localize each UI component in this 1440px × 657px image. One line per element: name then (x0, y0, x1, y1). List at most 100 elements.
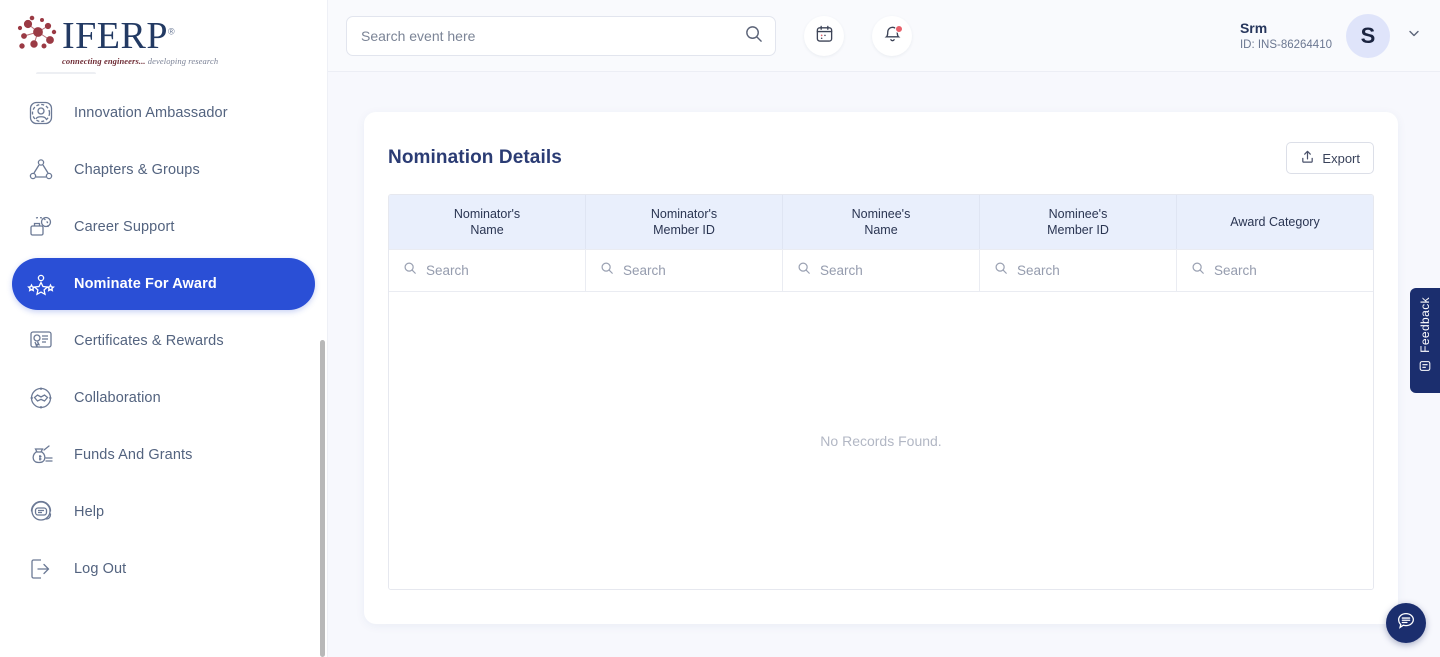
scrolled-menu-item-partial (36, 72, 96, 88)
export-upload-icon (1300, 149, 1315, 167)
header-line-1: Nominee's (1047, 206, 1109, 222)
header-line-1: Award Category (1230, 214, 1319, 230)
sidebar-item-label: Innovation Ambassador (74, 105, 228, 121)
logout-icon (26, 554, 56, 584)
collaboration-handshake-icon (26, 383, 56, 413)
sidebar-item-innovation-ambassador[interactable]: Innovation Ambassador (12, 87, 315, 139)
table-header-row: Nominator's Name Nominator's Member ID (389, 195, 1373, 249)
event-search-box[interactable] (346, 16, 776, 56)
chat-bubble-icon (1395, 610, 1417, 637)
header-line-2: Name (454, 222, 520, 238)
header-line-2: Member ID (1047, 222, 1109, 238)
sidebar-item-funds-and-grants[interactable]: Funds And Grants (12, 429, 315, 481)
user-profile[interactable]: Srm ID: INS-86264410 S (1240, 14, 1440, 58)
sidebar-item-label: Nominate For Award (74, 276, 217, 292)
feedback-tab[interactable]: Feedback (1410, 288, 1440, 393)
sidebar-item-certificates-rewards[interactable]: Certificates & Rewards (12, 315, 315, 367)
export-button-label: Export (1322, 151, 1360, 166)
sidebar-item-help[interactable]: Help (12, 486, 315, 538)
sidebar-nav: Innovation Ambassador Chapters & Groups … (0, 72, 327, 595)
chat-support-button[interactable] (1386, 603, 1426, 643)
feedback-form-icon (1418, 359, 1432, 378)
search-icon (994, 261, 1008, 280)
money-bag-icon (26, 440, 56, 470)
column-header-nominators-member-id[interactable]: Nominator's Member ID (586, 195, 783, 249)
notifications-button[interactable] (872, 16, 912, 56)
sidebar-item-label: Log Out (74, 561, 126, 577)
sidebar-item-collaboration[interactable]: Collaboration (12, 372, 315, 424)
empty-state-message: No Records Found. (820, 433, 941, 449)
filter-cell-nominees-member-id[interactable] (980, 249, 1177, 291)
table-body: No Records Found. (389, 291, 1373, 589)
page-content: Nomination Details Export (328, 72, 1440, 624)
filter-cell-award-category[interactable] (1177, 249, 1373, 291)
sidebar-item-career-support[interactable]: Career Support (12, 201, 315, 253)
award-stars-icon (26, 269, 56, 299)
profile-id: ID: INS-86264410 (1240, 37, 1332, 53)
app-root: IFERP® connecting engineers... developin… (0, 0, 1440, 657)
column-header-nominators-name[interactable]: Nominator's Name (389, 195, 586, 249)
sidebar: IFERP® connecting engineers... developin… (0, 0, 328, 657)
avatar[interactable]: S (1346, 14, 1390, 58)
sidebar-item-log-out[interactable]: Log Out (12, 543, 315, 595)
certificate-icon (26, 326, 56, 356)
table-filter-row (389, 249, 1373, 291)
notification-badge (895, 25, 903, 33)
brand-tagline: connecting engineers... developing resea… (62, 56, 218, 66)
tagline-part-2: developing research (148, 56, 218, 66)
main-area: Srm ID: INS-86264410 S Nomination Detail… (328, 0, 1440, 657)
headset-support-icon (26, 497, 56, 527)
sidebar-scrollbar[interactable] (320, 340, 325, 657)
sidebar-item-label: Certificates & Rewards (74, 333, 224, 349)
nomination-details-card: Nomination Details Export (364, 112, 1398, 624)
search-input[interactable] (361, 28, 744, 44)
profile-name: Srm (1240, 19, 1332, 37)
card-header: Nomination Details Export (388, 136, 1374, 180)
filter-input-award-category[interactable] (1214, 263, 1373, 278)
sidebar-item-label: Funds And Grants (74, 447, 192, 463)
filter-input-nominees-member-id[interactable] (1017, 263, 1176, 278)
chapters-groups-icon (26, 155, 56, 185)
page-title: Nomination Details (388, 147, 562, 169)
header-line-2: Member ID (651, 222, 717, 238)
sidebar-item-label: Collaboration (74, 390, 161, 406)
header-line-2: Name (852, 222, 911, 238)
header-line-1: Nominee's (852, 206, 911, 222)
sidebar-item-chapters-groups[interactable]: Chapters & Groups (12, 144, 315, 196)
header-line-1: Nominator's (651, 206, 717, 222)
registered-mark: ® (168, 26, 175, 36)
brand-name: IFERP (62, 15, 168, 57)
avatar-initial: S (1361, 23, 1376, 49)
sidebar-item-label: Career Support (74, 219, 175, 235)
sidebar-item-label: Help (74, 504, 104, 520)
export-button[interactable]: Export (1286, 142, 1374, 174)
filter-cell-nominators-name[interactable] (389, 249, 586, 291)
calendar-icon (815, 24, 834, 48)
innovation-ambassador-icon (26, 98, 56, 128)
filter-input-nominees-name[interactable] (820, 263, 979, 278)
column-header-award-category[interactable]: Award Category (1177, 195, 1373, 249)
career-support-icon (26, 212, 56, 242)
filter-cell-nominators-member-id[interactable] (586, 249, 783, 291)
nominations-table: Nominator's Name Nominator's Member ID (388, 194, 1374, 590)
chevron-down-icon[interactable] (1406, 25, 1422, 46)
filter-input-nominators-member-id[interactable] (623, 263, 782, 278)
molecule-network-icon (14, 12, 60, 58)
tagline-part-1: connecting engineers... (62, 56, 146, 66)
topbar: Srm ID: INS-86264410 S (328, 0, 1440, 72)
sidebar-item-label: Chapters & Groups (74, 162, 200, 178)
filter-input-nominators-name[interactable] (426, 263, 585, 278)
search-icon[interactable] (744, 24, 763, 48)
search-icon (403, 261, 417, 280)
column-header-nominees-name[interactable]: Nominee's Name (783, 195, 980, 249)
feedback-tab-label: Feedback (1418, 297, 1432, 353)
calendar-button[interactable] (804, 16, 844, 56)
filter-cell-nominees-name[interactable] (783, 249, 980, 291)
header-line-1: Nominator's (454, 206, 520, 222)
sidebar-item-nominate-for-award[interactable]: Nominate For Award (12, 258, 315, 310)
brand-logo[interactable]: IFERP® connecting engineers... developin… (0, 0, 327, 72)
column-header-nominees-member-id[interactable]: Nominee's Member ID (980, 195, 1177, 249)
search-icon (1191, 261, 1205, 280)
search-icon (797, 261, 811, 280)
search-icon (600, 261, 614, 280)
